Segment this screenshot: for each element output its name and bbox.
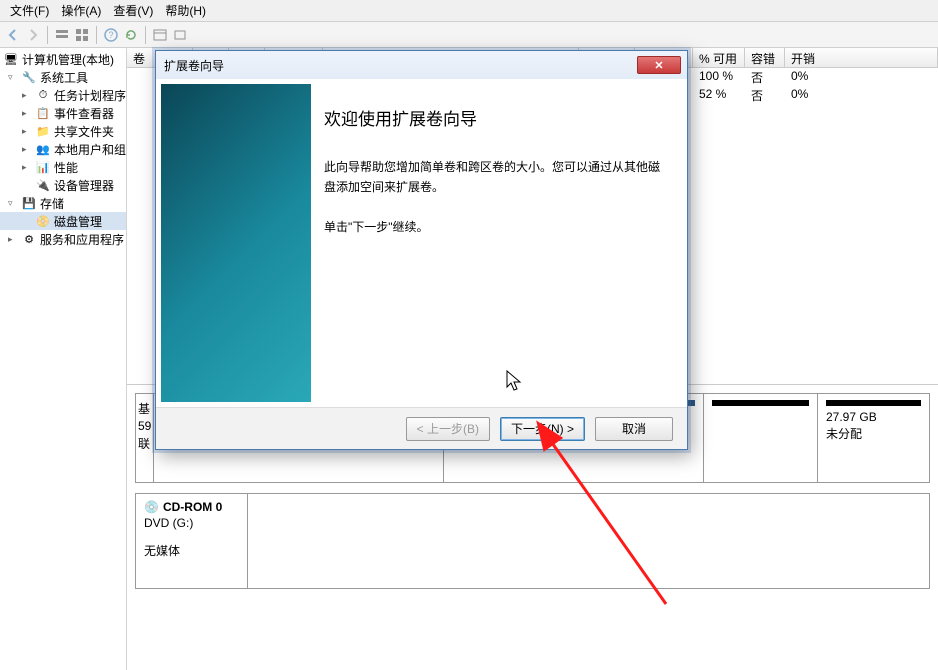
cancel-button[interactable]: 取消 (595, 417, 673, 441)
row-pct: 52 % (693, 86, 745, 104)
disk-online-label: 联 (138, 435, 151, 452)
wizard-banner-image (161, 84, 311, 402)
next-button[interactable]: 下一步(N) > (500, 417, 585, 441)
back-button[interactable]: < 上一步(B) (406, 417, 490, 441)
cdrom-label: CD-ROM 0 (163, 500, 222, 514)
refresh-icon[interactable] (122, 26, 140, 44)
tree-devmgr[interactable]: 🔌设备管理器 (0, 176, 126, 194)
tree-scheduler-label: 任务计划程序 (54, 87, 126, 104)
partition-3[interactable] (704, 394, 818, 482)
toolbar: ? (0, 22, 938, 48)
unalloc-label: 未分配 (826, 425, 921, 442)
disk-0-header[interactable]: 基 59 联 (136, 394, 154, 482)
menu-bar: 文件(F) 操作(A) 查看(V) 帮助(H) (0, 0, 938, 22)
views-icon[interactable] (53, 26, 71, 44)
tree-scheduler[interactable]: ▸⏱任务计划程序 (0, 86, 126, 104)
tree-storage-label: 存储 (40, 195, 64, 212)
tree-shared-label: 共享文件夹 (54, 123, 114, 140)
tree-systools[interactable]: ▿🔧系统工具 (0, 68, 126, 86)
wizard-heading: 欢迎使用扩展卷向导 (324, 105, 669, 130)
dialog-button-row: < 上一步(B) 下一步(N) > 取消 (156, 407, 687, 449)
tree-eventviewer[interactable]: ▸📋事件查看器 (0, 104, 126, 122)
row-fault: 否 (745, 68, 785, 86)
tree-root-label: 计算机管理(本地) (22, 51, 114, 68)
help-icon[interactable]: ? (102, 26, 120, 44)
row-fault: 否 (745, 86, 785, 104)
dialog-title: 扩展卷向导 (164, 57, 637, 74)
dialog-titlebar[interactable]: 扩展卷向导 ✕ (156, 51, 687, 79)
tree-diskmgmt[interactable]: 📀磁盘管理 (0, 212, 126, 230)
partition-unallocated[interactable]: 27.97 GB 未分配 (818, 394, 929, 482)
disk-basic-label: 基 (138, 400, 151, 417)
cdrom-box: 💿 CD-ROM 0 DVD (G:) 无媒体 (135, 493, 930, 589)
list-icon[interactable] (151, 26, 169, 44)
nomedia-label: 无媒体 (144, 542, 239, 559)
tree-diskmgmt-label: 磁盘管理 (54, 213, 102, 230)
tree-root[interactable]: 🖥计算机管理(本地) (0, 50, 126, 68)
svg-text:?: ? (108, 30, 113, 40)
back-icon[interactable] (4, 26, 22, 44)
tree-eventviewer-label: 事件查看器 (54, 105, 114, 122)
tree-storage[interactable]: ▿💾存储 (0, 194, 126, 212)
tree-perf[interactable]: ▸📊性能 (0, 158, 126, 176)
tree-users[interactable]: ▸👥本地用户和组 (0, 140, 126, 158)
col-overhead[interactable]: 开销 (785, 48, 938, 67)
navigation-tree: 🖥计算机管理(本地) ▿🔧系统工具 ▸⏱任务计划程序 ▸📋事件查看器 ▸📁共享文… (0, 48, 127, 670)
action-icon[interactable] (171, 26, 189, 44)
tree-systools-label: 系统工具 (40, 69, 88, 86)
row-ov: 0% (785, 86, 815, 104)
col-pct[interactable]: % 可用 (693, 48, 745, 67)
menu-view[interactable]: 查看(V) (107, 0, 159, 21)
views2-icon[interactable] (73, 26, 91, 44)
menu-file[interactable]: 文件(F) (4, 0, 55, 21)
menu-help[interactable]: 帮助(H) (159, 0, 212, 21)
row-pct: 100 % (693, 68, 745, 86)
dialog-close-button[interactable]: ✕ (637, 56, 681, 74)
tree-services-label: 服务和应用程序 (40, 231, 124, 248)
cdrom-icon: 💿 (144, 500, 159, 514)
wizard-text-2: 单击"下一步"继续。 (324, 218, 669, 238)
tree-services[interactable]: ▸⚙服务和应用程序 (0, 230, 126, 248)
extend-volume-wizard-dialog: 扩展卷向导 ✕ 欢迎使用扩展卷向导 此向导帮助您增加简单卷和跨区卷的大小。您可以… (155, 50, 688, 450)
tree-perf-label: 性能 (54, 159, 78, 176)
forward-icon[interactable] (24, 26, 42, 44)
wizard-text-1: 此向导帮助您增加简单卷和跨区卷的大小。您可以通过从其他磁盘添加空间来扩展卷。 (324, 158, 669, 198)
tree-devmgr-label: 设备管理器 (54, 177, 114, 194)
tree-shared[interactable]: ▸📁共享文件夹 (0, 122, 126, 140)
tree-users-label: 本地用户和组 (54, 141, 126, 158)
menu-action[interactable]: 操作(A) (55, 0, 107, 21)
cdrom-header[interactable]: 💿 CD-ROM 0 DVD (G:) 无媒体 (136, 494, 248, 588)
unalloc-size: 27.97 GB (826, 410, 921, 424)
row-ov: 0% (785, 68, 815, 86)
disk-size-label: 59 (138, 419, 151, 433)
dvd-label: DVD (G:) (144, 516, 239, 530)
col-fault[interactable]: 容错 (745, 48, 785, 67)
